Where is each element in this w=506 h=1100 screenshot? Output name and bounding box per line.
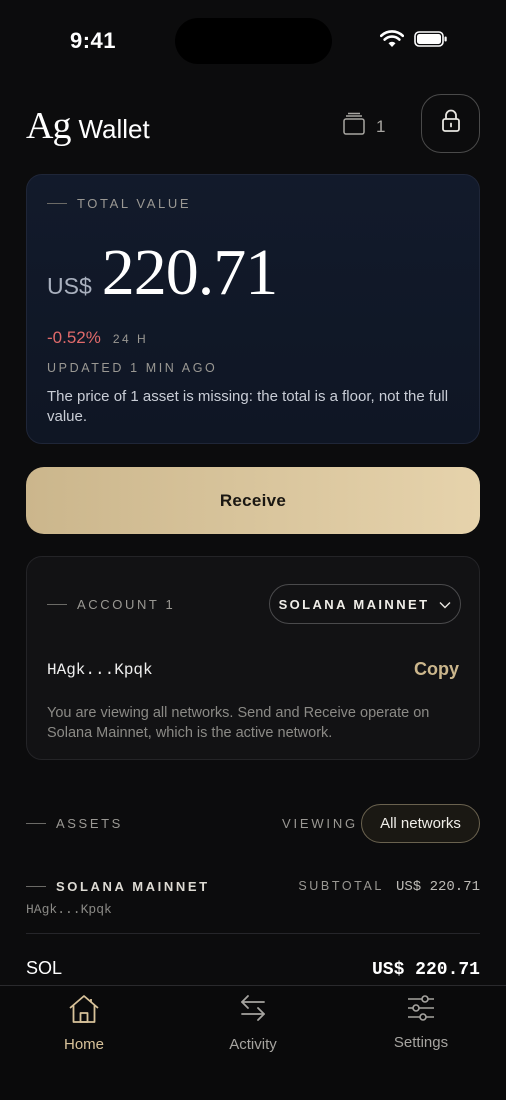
lock-icon bbox=[441, 109, 461, 138]
tab-settings[interactable]: Settings bbox=[381, 994, 461, 1051]
swap-arrows-icon bbox=[238, 992, 268, 1028]
total-value-amount: US$ 220.71 bbox=[47, 235, 278, 311]
lock-button[interactable] bbox=[421, 94, 480, 153]
account-address: HAgk...Kpqk bbox=[47, 661, 153, 679]
brand-name: Wallet bbox=[78, 114, 150, 144]
account-count: 1 bbox=[376, 116, 386, 136]
viewing-label: VIEWING bbox=[282, 816, 358, 831]
subtotal-label: SUBTOTAL bbox=[298, 879, 384, 893]
total-value-number: 220.71 bbox=[101, 236, 278, 309]
sliders-icon bbox=[406, 994, 436, 1026]
missing-price-note: The price of 1 asset is missing: the tot… bbox=[47, 388, 449, 425]
accounts-stack-icon bbox=[342, 112, 366, 141]
asset-group-address: HAgk...Kpqk bbox=[26, 902, 112, 917]
tab-activity-label: Activity bbox=[229, 1036, 277, 1053]
total-value-currency: US$ bbox=[47, 273, 92, 299]
divider bbox=[26, 933, 480, 934]
receive-button[interactable]: Receive bbox=[26, 467, 480, 534]
asset-group-subtotal: SUBTOTAL US$ 220.71 bbox=[298, 879, 480, 895]
price-change-percent: -0.52% bbox=[47, 328, 101, 347]
tab-home-label: Home bbox=[63, 1036, 104, 1053]
dynamic-island bbox=[175, 18, 332, 64]
asset-group-header: SOLANA MAINNET bbox=[26, 879, 210, 894]
assets-heading: ASSETS bbox=[26, 816, 123, 831]
status-icons bbox=[379, 30, 448, 53]
account-card: ACCOUNT 1 SOLANA MAINNET HAgk...Kpqk Cop… bbox=[26, 556, 480, 760]
asset-group-network: SOLANA MAINNET bbox=[26, 879, 210, 894]
price-change: -0.52% 24 H bbox=[47, 328, 148, 348]
home-icon bbox=[68, 994, 100, 1028]
wifi-icon bbox=[379, 30, 405, 53]
total-value-card: TOTAL VALUE US$ 220.71 -0.52% 24 H UPDAT… bbox=[26, 174, 480, 444]
app-brand: Ag Wallet bbox=[26, 104, 150, 148]
asset-symbol: SOL bbox=[26, 958, 63, 978]
asset-value: US$ 220.71 bbox=[371, 960, 480, 980]
battery-icon bbox=[414, 31, 448, 52]
asset-row-sol[interactable]: SOL US$ 220.71 bbox=[26, 958, 480, 980]
chevron-down-icon bbox=[439, 597, 451, 612]
network-filter-button[interactable]: All networks bbox=[361, 804, 480, 843]
tab-home[interactable]: Home bbox=[48, 994, 120, 1053]
network-selector-label: SOLANA MAINNET bbox=[278, 596, 430, 612]
copy-address-button[interactable]: Copy bbox=[414, 659, 459, 680]
brand-mark: Ag bbox=[26, 105, 71, 147]
updated-timestamp: UPDATED 1 MIN AGO bbox=[47, 361, 218, 375]
total-value-label: TOTAL VALUE bbox=[47, 196, 191, 211]
status-time: 9:41 bbox=[70, 28, 117, 53]
accounts-button[interactable]: 1 bbox=[342, 112, 385, 141]
tab-bar: Home Activity Settings bbox=[0, 985, 506, 1100]
price-change-period: 24 H bbox=[112, 332, 149, 346]
account-label: ACCOUNT 1 bbox=[47, 597, 175, 612]
tab-settings-label: Settings bbox=[393, 1034, 449, 1051]
subtotal-value: US$ 220.71 bbox=[395, 879, 480, 895]
network-selector[interactable]: SOLANA MAINNET bbox=[269, 584, 461, 624]
network-note: You are viewing all networks. Send and R… bbox=[47, 705, 430, 741]
tab-activity[interactable]: Activity bbox=[213, 992, 293, 1053]
